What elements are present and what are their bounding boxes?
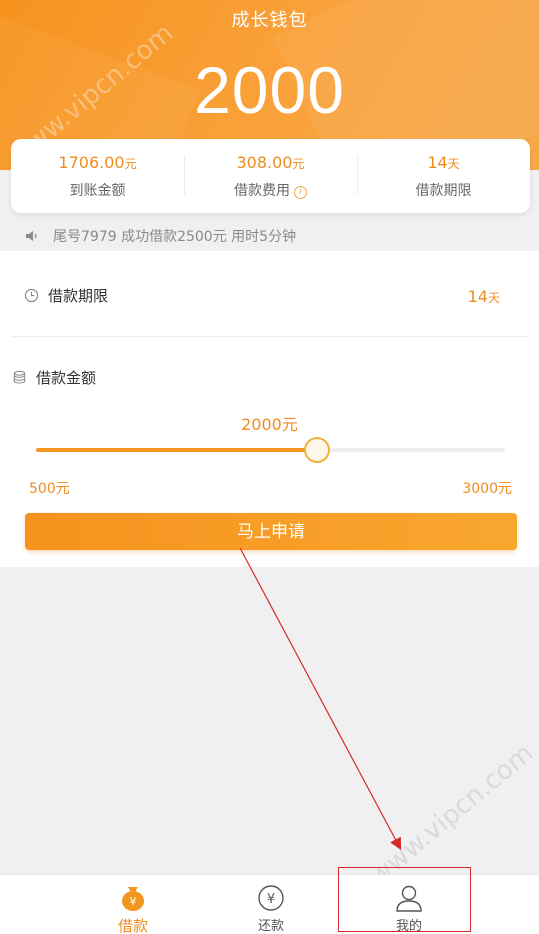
annotation-arrow <box>239 547 402 851</box>
loan-page: 成长钱包 2000 www.vipcn.com 1706.00元 到账金额 30… <box>0 0 539 934</box>
